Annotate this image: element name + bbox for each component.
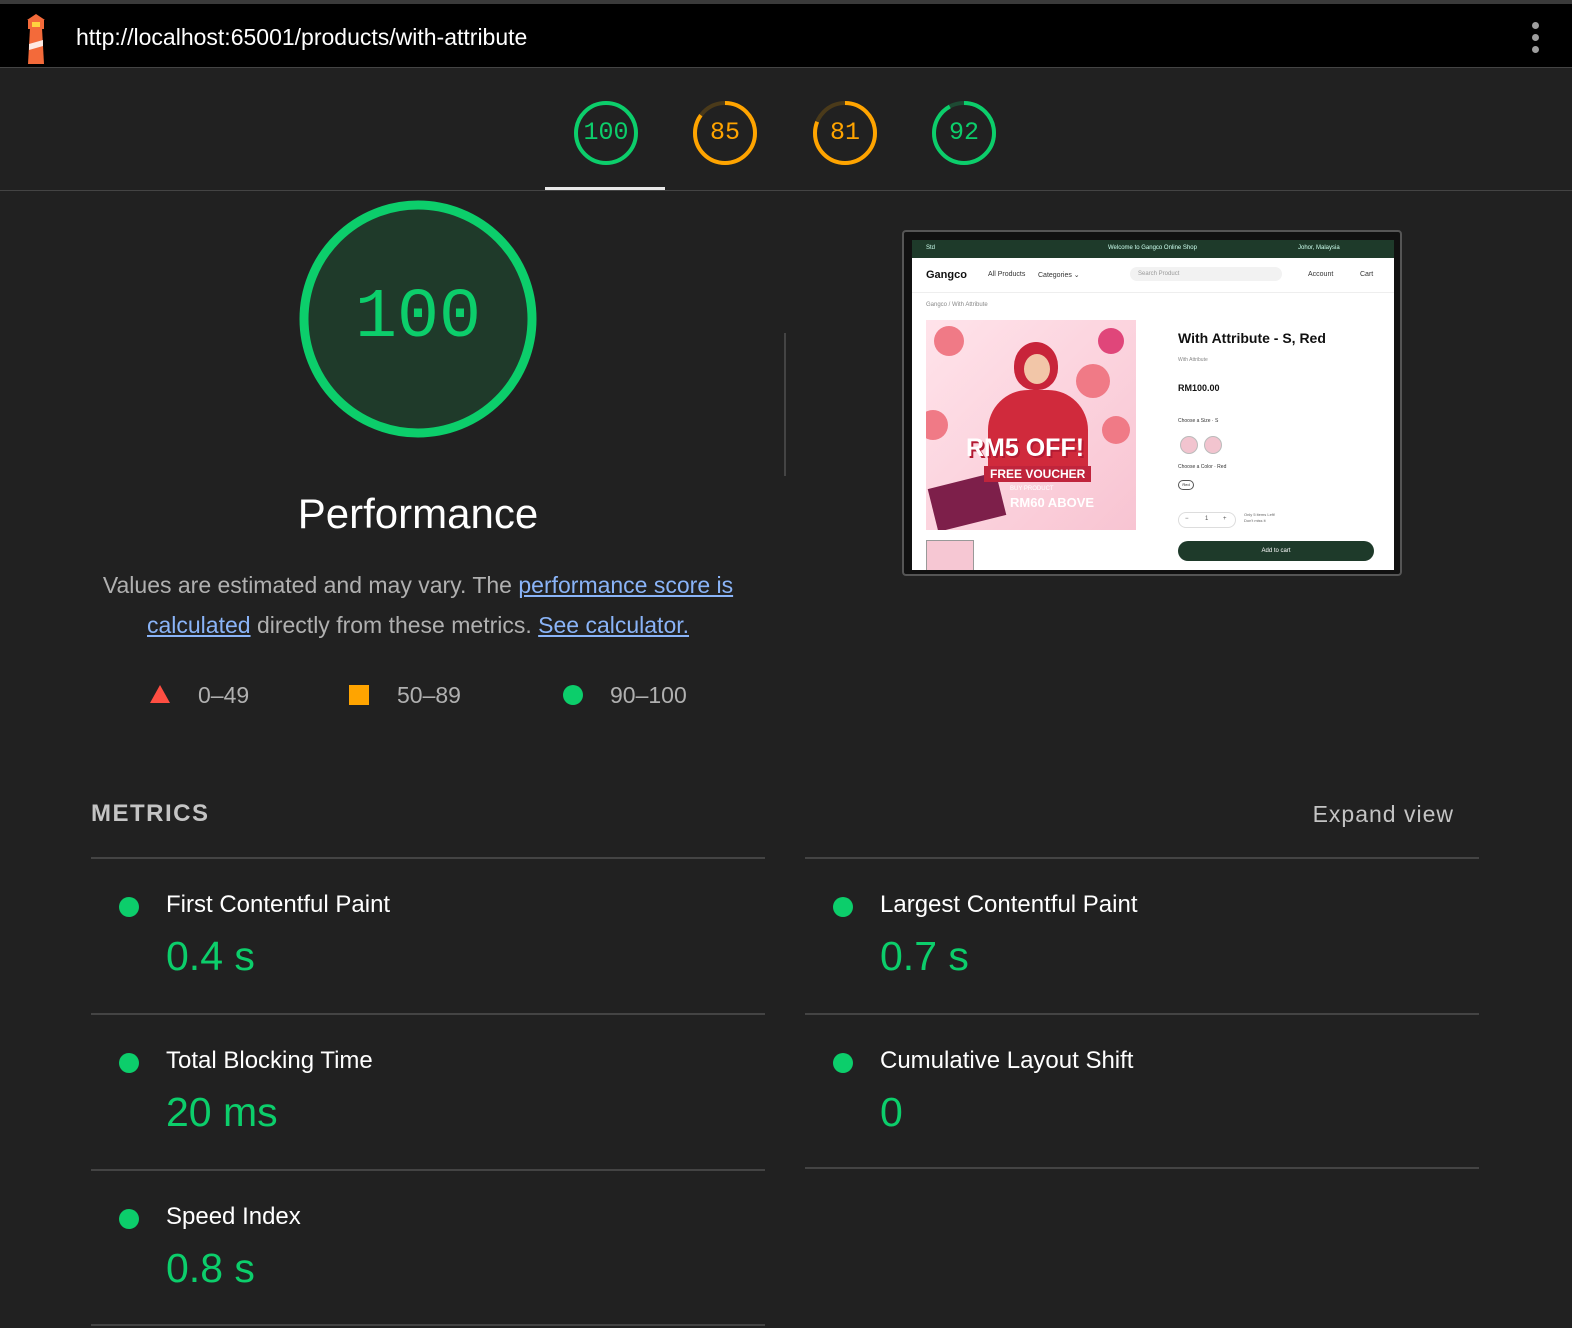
metric-si: Speed Index 0.8 s [91,1171,765,1327]
screenshot-cart: Cart [1360,271,1374,278]
screenshot-size-label: Choose a Size · S [1178,418,1219,424]
pass-circle-icon [119,1209,139,1229]
strip-center: Welcome to Gangco Online Shop [1108,245,1197,251]
metric-fcp: First Contentful Paint 0.4 s [91,859,765,1015]
strip-right: Johor, Malaysia [1298,245,1340,251]
screenshot-price: RM100.00 [1178,383,1220,393]
banner-logo [1098,328,1124,354]
metric-divider [91,1324,765,1326]
screenshot-size-swatch [1180,436,1198,454]
metric-value: 0.8 s [166,1245,255,1291]
performance-gauge: 100 [297,198,539,440]
category-gauges: 100 85 81 92 [0,68,1572,191]
screenshot-page: Std Welcome to Gangco Online Shop Johor,… [912,240,1394,570]
gauge-score: 81 [829,118,860,147]
metric-lcp: Largest Contentful Paint 0.7 s [805,859,1479,1015]
performance-title: Performance [297,490,539,537]
qty-minus: − [1185,516,1189,522]
lighthouse-icon [27,14,45,64]
metric-label: Total Blocking Time [166,1047,373,1074]
metric-label: First Contentful Paint [166,891,391,918]
screenshot-breadcrumb: Gangco / With Attribute [926,302,988,308]
banner-promo: RM5 OFF! [966,434,1085,462]
active-tab-indicator [545,187,665,190]
pass-circle-icon [833,1053,853,1073]
metrics-title: METRICS [91,800,210,827]
screenshot-size-swatch [1204,436,1222,454]
circle-icon [563,685,583,705]
kebab-menu-icon[interactable] [1530,22,1540,56]
screenshot-add-to-cart: Add to cart [1178,541,1374,561]
metric-value: 0.7 s [880,933,969,979]
metric-label: Cumulative Layout Shift [880,1047,1134,1074]
screenshot-announcement-bar: Std Welcome to Gangco Online Shop Johor,… [912,240,1394,258]
apple-shape [1102,416,1130,444]
legend-label: 50–89 [397,682,461,708]
banner-voucher: FREE VOUCHER [984,466,1092,482]
pass-circle-icon [119,897,139,917]
screenshot-thumbnail [926,540,974,570]
gauge-performance[interactable]: 100 [573,100,639,166]
metric-value: 0.4 s [166,933,255,979]
qty-value: 1 [1205,516,1209,522]
pass-circle-icon [833,897,853,917]
final-screenshot[interactable]: Std Welcome to Gangco Online Shop Johor,… [902,230,1402,576]
performance-description: Values are estimated and may vary. The p… [95,565,741,645]
screenshot-nav-categories: Categories ⌄ [1038,272,1080,279]
screenshot-nav: Gangco All Products Categories ⌄ Search … [912,258,1394,293]
calculator-link[interactable]: See calculator. [538,612,689,638]
legend-label: 0–49 [198,682,250,708]
screenshot-brand: Gangco [926,269,967,281]
pass-circle-icon [119,1053,139,1073]
metric-value: 20 ms [166,1089,278,1135]
screenshot-product-sub: With Attribute [1178,357,1208,363]
screenshot-search: Search Product [1130,267,1282,281]
metric-label: Largest Contentful Paint [880,891,1138,918]
divider [784,333,786,476]
screenshot-account: Account [1308,271,1334,278]
screenshot-banner: RM5 OFF! FREE VOUCHER BUY PRODUCT RM60 A… [926,320,1136,530]
page-url: http://localhost:65001/products/with-att… [76,24,528,50]
metric-tbt: Total Blocking Time 20 ms [91,1015,765,1171]
legend-label: 90–100 [610,682,687,708]
url-bar: http://localhost:65001/products/with-att… [0,0,1572,68]
gauge-score: 92 [948,118,979,147]
strip-left: Std [926,245,936,251]
screenshot-qty: − 1 + [1178,512,1236,528]
banner-small: BUY PRODUCT [1010,486,1054,492]
apple-shape [926,410,948,440]
triangle-icon [150,685,170,703]
screenshot-nav-all: All Products [988,271,1026,278]
metric-label: Speed Index [166,1203,301,1230]
metric-value: 0 [880,1089,903,1135]
desc-text: directly from these metrics. [250,612,539,638]
gauge-score: 85 [709,118,740,147]
square-icon [349,685,369,705]
performance-score: 100 [354,279,482,358]
screenshot-product-title: With Attribute - S, Red [1178,330,1326,346]
banner-above: RM60 ABOVE [1010,495,1095,510]
metric-divider [805,1167,1479,1169]
gauge-accessibility[interactable]: 85 [692,100,758,166]
banner-person-face [1024,354,1050,384]
gauge-best-practices[interactable]: 81 [812,100,878,166]
qty-plus: + [1223,516,1227,522]
gauge-score: 100 [583,118,629,147]
apple-shape [934,326,964,356]
screenshot-color-label: Choose a Color · Red [1178,464,1227,470]
apple-shape [1076,364,1110,398]
screenshot-stock-note: Only 5 items Left! Don't miss it [1244,512,1275,524]
gauge-seo[interactable]: 92 [931,100,997,166]
screenshot-color-chip: Red [1178,480,1194,490]
stock-note-line: Don't miss it [1244,518,1266,523]
expand-view-toggle[interactable]: Expand view [1313,801,1454,828]
metric-cls: Cumulative Layout Shift 0 [805,1015,1479,1171]
desc-text: Values are estimated and may vary. The [102,572,519,598]
